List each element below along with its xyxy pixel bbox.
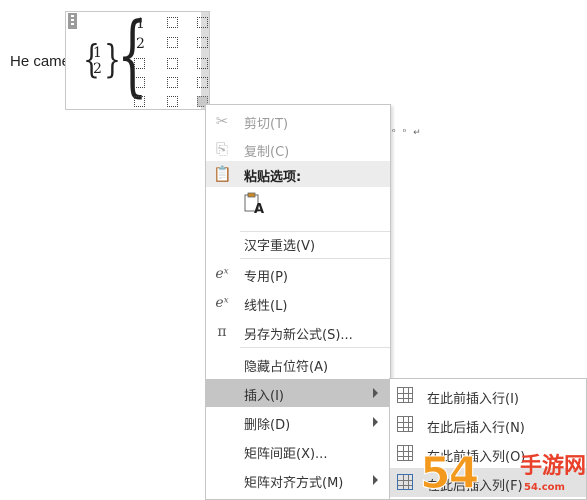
menu-item-cut[interactable]: ✂ 剪切(T) [206,107,390,135]
menu-item-save-as-new-equation[interactable]: π 另存为新公式(S)... [206,318,390,346]
menu-item-linear[interactable]: eˣ 线性(L) [206,289,390,317]
document-text: He came [10,53,71,70]
menu-item-matrix-alignment[interactable]: 矩阵对齐方式(M) [206,466,390,494]
save-equation-pi-icon: π [217,324,227,340]
menu-item-label: 线性(L) [244,299,288,314]
menu-separator [240,347,390,348]
matrix-placeholder[interactable] [167,96,178,107]
matrix-placeholder[interactable] [134,96,145,107]
menu-item-insert[interactable]: 插入(I) [206,379,390,407]
matrix-placeholder[interactable] [197,77,208,88]
matrix-cell[interactable]: 2 [136,37,145,51]
matrix-placeholder[interactable] [197,17,208,28]
submenu-arrow-icon [373,388,378,398]
matrix-placeholder[interactable] [134,58,145,69]
copy-icon: ⎘ [215,140,228,158]
insert-column-after-icon [397,474,413,490]
scissors-icon: ✂ [215,112,229,130]
matrix-placeholder[interactable] [167,17,178,28]
menu-item-label: 另存为新公式(S)... [244,328,353,343]
insert-row-below-icon [397,416,413,432]
submenu-item-label: 在此后插入行(N) [427,421,525,436]
menu-item-label: 复制(C) [244,145,290,160]
matrix-cell[interactable]: 1 [136,17,145,31]
paste-keep-text-button[interactable]: A [243,192,265,218]
paste-option-letter: A [254,202,265,217]
submenu-item-insert-row-below[interactable]: 在此后插入行(N) [390,410,586,439]
menu-item-delete[interactable]: 删除(D) [206,408,390,436]
professional-equation-icon: eˣ [215,266,229,282]
formatting-marks: ᵒ ᵒ ↵ [392,128,423,138]
menu-item-label: 剪切(T) [244,117,289,132]
watermark-number: 54 [419,448,479,499]
watermark-url: 54.com [524,482,565,493]
matrix-placeholder[interactable] [197,58,208,69]
menu-item-label: 汉字重选(V) [244,239,316,254]
menu-item-reconvert[interactable]: 汉字重选(V) [206,229,390,257]
submenu-item-insert-row-above[interactable]: 在此前插入行(I) [390,381,586,410]
menu-item-label: 矩阵间距(X)... [244,447,328,462]
fraction-numerator[interactable]: 1 [93,45,102,61]
menu-item-hide-placeholder[interactable]: 隐藏占位符(A) [206,350,390,378]
fraction-denominator[interactable]: 2 [93,61,102,77]
equation-move-handle[interactable] [68,13,77,29]
menu-item-label: 矩阵对齐方式(M) [244,476,344,491]
submenu-arrow-icon [373,475,378,485]
menu-item-professional[interactable]: eˣ 专用(P) [206,260,390,288]
linear-equation-icon: eˣ [215,295,229,311]
clipboard-icon: 📋 [213,165,232,183]
submenu-arrow-icon [373,417,378,427]
matrix-placeholder[interactable] [167,37,178,48]
matrix-placeholder[interactable] [167,77,178,88]
menu-section-paste-options: 📋 粘贴选项: [206,161,390,187]
insert-row-above-icon [397,387,413,403]
menu-section-label: 粘贴选项: [244,170,302,185]
menu-item-label: 隐藏占位符(A) [244,360,329,375]
menu-item-matrix-spacing[interactable]: 矩阵间距(X)... [206,437,390,465]
matrix-placeholder[interactable] [167,58,178,69]
site-watermark: 54 手游网 54.com [419,448,587,500]
matrix-placeholder[interactable] [197,37,208,48]
matrix-placeholder[interactable] [134,77,145,88]
menu-item-copy[interactable]: ⎘ 复制(C) [206,135,390,163]
menu-separator [240,258,390,259]
menu-item-label: 插入(I) [244,389,284,404]
menu-item-label: 专用(P) [244,270,288,285]
submenu-item-label: 在此前插入行(I) [427,392,519,407]
insert-column-before-icon [397,445,413,461]
context-menu: ✂ 剪切(T) ⎘ 复制(C) 📋 粘贴选项: 汉字重选(V) eˣ 专用(P)… [205,104,391,500]
menu-item-label: 删除(D) [244,418,291,433]
watermark-chinese-text: 手游网 [520,454,587,479]
